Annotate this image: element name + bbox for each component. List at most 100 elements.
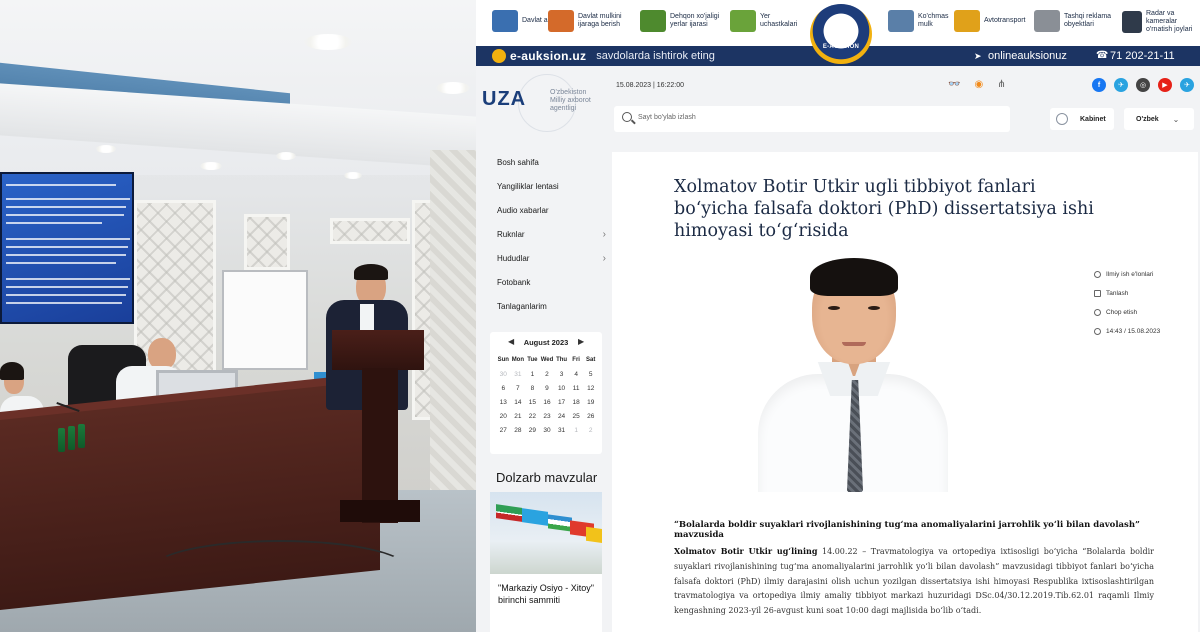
ceiling-light — [96, 145, 116, 153]
meta-label: Ilmiy ish e'lonlari — [1106, 271, 1154, 278]
calendar-day[interactable]: 13 — [496, 398, 511, 407]
sidebar-item-audio[interactable]: Audio xabarlar — [490, 198, 610, 222]
glasses-icon[interactable]: 👓 — [948, 79, 960, 90]
calendar-day[interactable]: 6 — [496, 384, 511, 393]
calendar-day[interactable]: 1 — [569, 426, 584, 435]
chevron-right-icon: › — [602, 228, 606, 240]
calendar-next-icon[interactable]: ▶ — [578, 337, 584, 346]
ad-item-kochmas[interactable]: Ko'chmas mulk — [888, 10, 958, 32]
ad-item-reklama[interactable]: Tashqi reklama obyektlari — [1034, 10, 1118, 32]
calendar-day[interactable]: 16 — [540, 398, 555, 407]
camera-icon — [1122, 11, 1142, 33]
language-label: O'zbek — [1136, 115, 1159, 123]
meta-category[interactable]: Ilmiy ish e'lonlari — [1094, 270, 1194, 279]
sidebar-item-fotobank[interactable]: Fotobank — [490, 270, 610, 294]
calendar-day[interactable]: 14 — [511, 398, 526, 407]
search-icon[interactable] — [622, 112, 632, 122]
meta-label: Tanlash — [1106, 290, 1129, 297]
calendar-day[interactable]: 19 — [583, 398, 598, 407]
calendar-day[interactable]: 7 — [511, 384, 526, 393]
calendar-day[interactable]: 30 — [540, 426, 555, 435]
portrait-eye — [828, 306, 840, 310]
calendar-day[interactable]: 31 — [554, 426, 569, 435]
sidebar-item-label: Bosh sahifa — [497, 157, 539, 167]
ad-item-label: Yer uchastkalari — [760, 13, 798, 28]
calendar-day[interactable]: 12 — [583, 384, 598, 393]
calendar-day[interactable]: 31 — [511, 370, 526, 379]
calendar-dow: Sun — [497, 357, 509, 363]
calendar-day[interactable]: 18 — [569, 398, 584, 407]
calendar-widget: ◀ August 2023 ▶ Sun Mon Tue Wed Thu Fri Sat 30 3… — [490, 332, 602, 454]
current-datetime: 15.08.2023 | 16:22:00 — [616, 82, 684, 89]
calendar-day[interactable]: 23 — [540, 412, 555, 421]
calendar-day[interactable]: 4 — [569, 370, 584, 379]
uza-logo[interactable]: UZA — [482, 88, 526, 111]
calendar-dow: Thu — [556, 357, 568, 363]
auction-slogan: savdolarda ishtirok eting — [596, 50, 715, 62]
calendar-day[interactable]: 29 — [525, 426, 540, 435]
meta-bookmark[interactable]: Tanlash — [1094, 289, 1194, 298]
section-title: Dolzarb mavzular — [496, 470, 598, 485]
calendar-day[interactable]: 30 — [496, 370, 511, 379]
calendar-day[interactable]: 21 — [511, 412, 526, 421]
podium — [332, 330, 424, 370]
calendar-day[interactable]: 1 — [525, 370, 540, 379]
ad-item-avtotransport[interactable]: Avtotransport — [954, 10, 1036, 32]
calendar-day[interactable]: 3 — [554, 370, 569, 379]
sidebar-item-hududlar[interactable]: Hududlar › — [490, 246, 610, 270]
ad-item-label: Davlat mulkini ijaraga berish — [578, 13, 622, 28]
ad-item-ijara[interactable]: Davlat mulkini ijaraga berish — [548, 10, 640, 32]
flags-image — [490, 492, 602, 574]
calendar-day[interactable]: 17 — [554, 398, 569, 407]
ceiling-light — [200, 162, 222, 170]
rss-icon[interactable]: ◉ — [974, 79, 983, 90]
article: Xolmatov Botir Utkir ugli tibbiyot fanla… — [612, 152, 1198, 632]
calendar-day[interactable]: 20 — [496, 412, 511, 421]
calendar-day[interactable]: 2 — [540, 370, 555, 379]
share-icon[interactable]: ⋔ — [997, 79, 1005, 90]
ad-item-dehqon[interactable]: Dehqon xo'jaligi yerlar ijarasi — [640, 10, 732, 32]
language-select[interactable]: O'zbek ⌄ — [1124, 108, 1194, 130]
telegram-icon: ➤ — [974, 51, 982, 61]
calendar-dow: Sat — [586, 357, 596, 363]
article-body: Xolmatov Botir Utkir ug‘lining 14.00.22 … — [674, 544, 1154, 619]
calendar-dow: Wed — [540, 357, 554, 363]
sidebar-item-yangiliklar[interactable]: Yangiliklar lentasi — [490, 174, 610, 198]
ad-item-radar[interactable]: Radar va kameralar o'rnatish joylari — [1122, 10, 1198, 34]
facebook-icon[interactable]: f — [1092, 78, 1106, 92]
calendar-day[interactable]: 25 — [569, 412, 584, 421]
calendar-day[interactable]: 28 — [511, 426, 526, 435]
calendar-day[interactable]: 26 — [583, 412, 598, 421]
ad-item-label: Tashqi reklama obyektlari — [1064, 13, 1112, 28]
calendar-day[interactable]: 24 — [554, 412, 569, 421]
telegram-icon[interactable]: ✈ — [1114, 78, 1128, 92]
billboard-icon — [1034, 10, 1060, 32]
sidebar-item-bosh-sahifa[interactable]: Bosh sahifa — [490, 150, 610, 174]
sidebar-item-ruknlar[interactable]: Ruknlar › — [490, 222, 610, 246]
topic-card[interactable]: "Markaziy Osiyo - Xitoy" birinchi sammit… — [490, 492, 602, 632]
youtube-icon[interactable]: ▶ — [1158, 78, 1172, 92]
meta-print[interactable]: Chop etish — [1094, 308, 1194, 317]
e-auksion-logo[interactable]: E-AUKSION — [810, 4, 872, 64]
sidebar-item-tanlaganlarim[interactable]: Tanlaganlarim — [490, 294, 610, 318]
portrait-eye — [868, 306, 880, 310]
calendar-day[interactable]: 2 — [583, 426, 598, 435]
calendar-day[interactable]: 9 — [540, 384, 555, 393]
calendar-day[interactable]: 5 — [583, 370, 598, 379]
flag-icon — [586, 526, 602, 544]
header-tools: 👓 ◉ ⋔ — [948, 79, 1006, 90]
calendar-day[interactable]: 10 — [554, 384, 569, 393]
kabinet-label: Kabinet — [1080, 115, 1106, 123]
auction-banner[interactable]: Davlat aktivlari Davlat mulkini ijaraga … — [476, 0, 1200, 64]
article-lead: “Bolalarda boldir suyaklari rivojlanishi… — [674, 520, 1140, 540]
calendar-day[interactable]: 8 — [525, 384, 540, 393]
calendar-day[interactable]: 22 — [525, 412, 540, 421]
ad-item-yer[interactable]: Yer uchastkalari — [730, 10, 800, 32]
kabinet-button[interactable]: Kabinet — [1050, 108, 1114, 130]
calendar-day[interactable]: 27 — [496, 426, 511, 435]
calendar-day[interactable]: 15 — [525, 398, 540, 407]
calendar-day[interactable]: 11 — [569, 384, 584, 393]
instagram-icon[interactable]: ◎ — [1136, 78, 1150, 92]
sidebar-item-label: Tanlaganlarim — [497, 301, 547, 311]
telegram-icon[interactable]: ✈ — [1180, 78, 1194, 92]
